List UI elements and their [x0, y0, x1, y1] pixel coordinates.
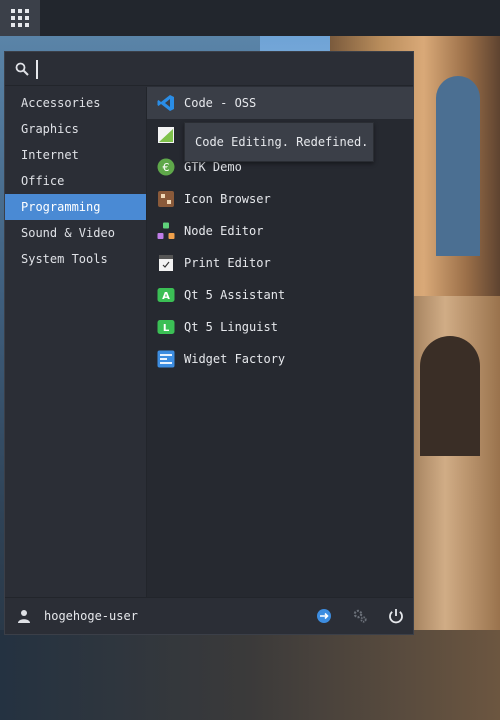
- category-graphics[interactable]: Graphics: [5, 116, 146, 142]
- app-list: Code - OSSGNU Octave€GTK DemoIcon Browse…: [147, 87, 413, 597]
- app-tooltip: Code Editing. Redefined.: [184, 122, 374, 162]
- app-label: Node Editor: [184, 224, 264, 238]
- app-label: Code - OSS: [184, 96, 257, 110]
- svg-text:A: A: [162, 291, 170, 302]
- app-label: Icon Browser: [184, 192, 271, 206]
- app-label: Widget Factory: [184, 352, 286, 366]
- app-item-node-editor[interactable]: Node Editor: [147, 215, 413, 247]
- switch-user-icon[interactable]: [315, 607, 333, 625]
- app-label: GTK Demo: [184, 160, 242, 174]
- print-editor-icon: [157, 254, 175, 272]
- app-item-widget-factory[interactable]: Widget Factory: [147, 343, 413, 375]
- app-item-code-oss[interactable]: Code - OSS: [147, 87, 413, 119]
- app-label: Qt 5 Assistant: [184, 288, 286, 302]
- app-item-qt-5-assistant[interactable]: A Qt 5 Assistant: [147, 279, 413, 311]
- category-list: Accessories Graphics Internet Office Program…: [5, 87, 147, 597]
- settings-icon[interactable]: [351, 607, 369, 625]
- app-grid-icon: [11, 9, 29, 27]
- qt-linguist-icon: L: [157, 318, 175, 336]
- app-label: Qt 5 Linguist: [184, 320, 278, 334]
- search-bar: [5, 52, 413, 86]
- category-accessories[interactable]: Accessories: [5, 90, 146, 116]
- top-panel: [0, 0, 500, 36]
- search-icon: [15, 62, 29, 76]
- power-icon[interactable]: [387, 607, 405, 625]
- gtk-demo-icon: €: [157, 158, 175, 176]
- search-input[interactable]: [35, 58, 405, 80]
- category-system-tools[interactable]: System Tools: [5, 246, 146, 272]
- category-internet[interactable]: Internet: [5, 142, 146, 168]
- app-launcher-button[interactable]: [0, 0, 40, 36]
- app-item-qt-5-linguist[interactable]: L Qt 5 Linguist: [147, 311, 413, 343]
- app-item-icon-browser[interactable]: Icon Browser: [147, 183, 413, 215]
- icon-browser-icon: [157, 190, 175, 208]
- text-caret: [36, 60, 38, 79]
- user-name: hogehoge-user: [44, 609, 138, 623]
- user-icon: [18, 610, 30, 623]
- svg-text:L: L: [163, 323, 170, 334]
- octave-icon: [157, 126, 175, 144]
- category-office[interactable]: Office: [5, 168, 146, 194]
- qt-assistant-icon: A: [157, 286, 175, 304]
- widget-factory-icon: [157, 350, 175, 368]
- category-programming[interactable]: Programming: [5, 194, 146, 220]
- app-item-print-editor[interactable]: Print Editor: [147, 247, 413, 279]
- vscode-icon: [157, 94, 175, 112]
- svg-text:€: €: [163, 161, 170, 174]
- app-label: Print Editor: [184, 256, 271, 270]
- category-sound-video[interactable]: Sound & Video: [5, 220, 146, 246]
- node-editor-icon: [157, 222, 175, 240]
- menu-footer: hogehoge-user: [5, 597, 413, 634]
